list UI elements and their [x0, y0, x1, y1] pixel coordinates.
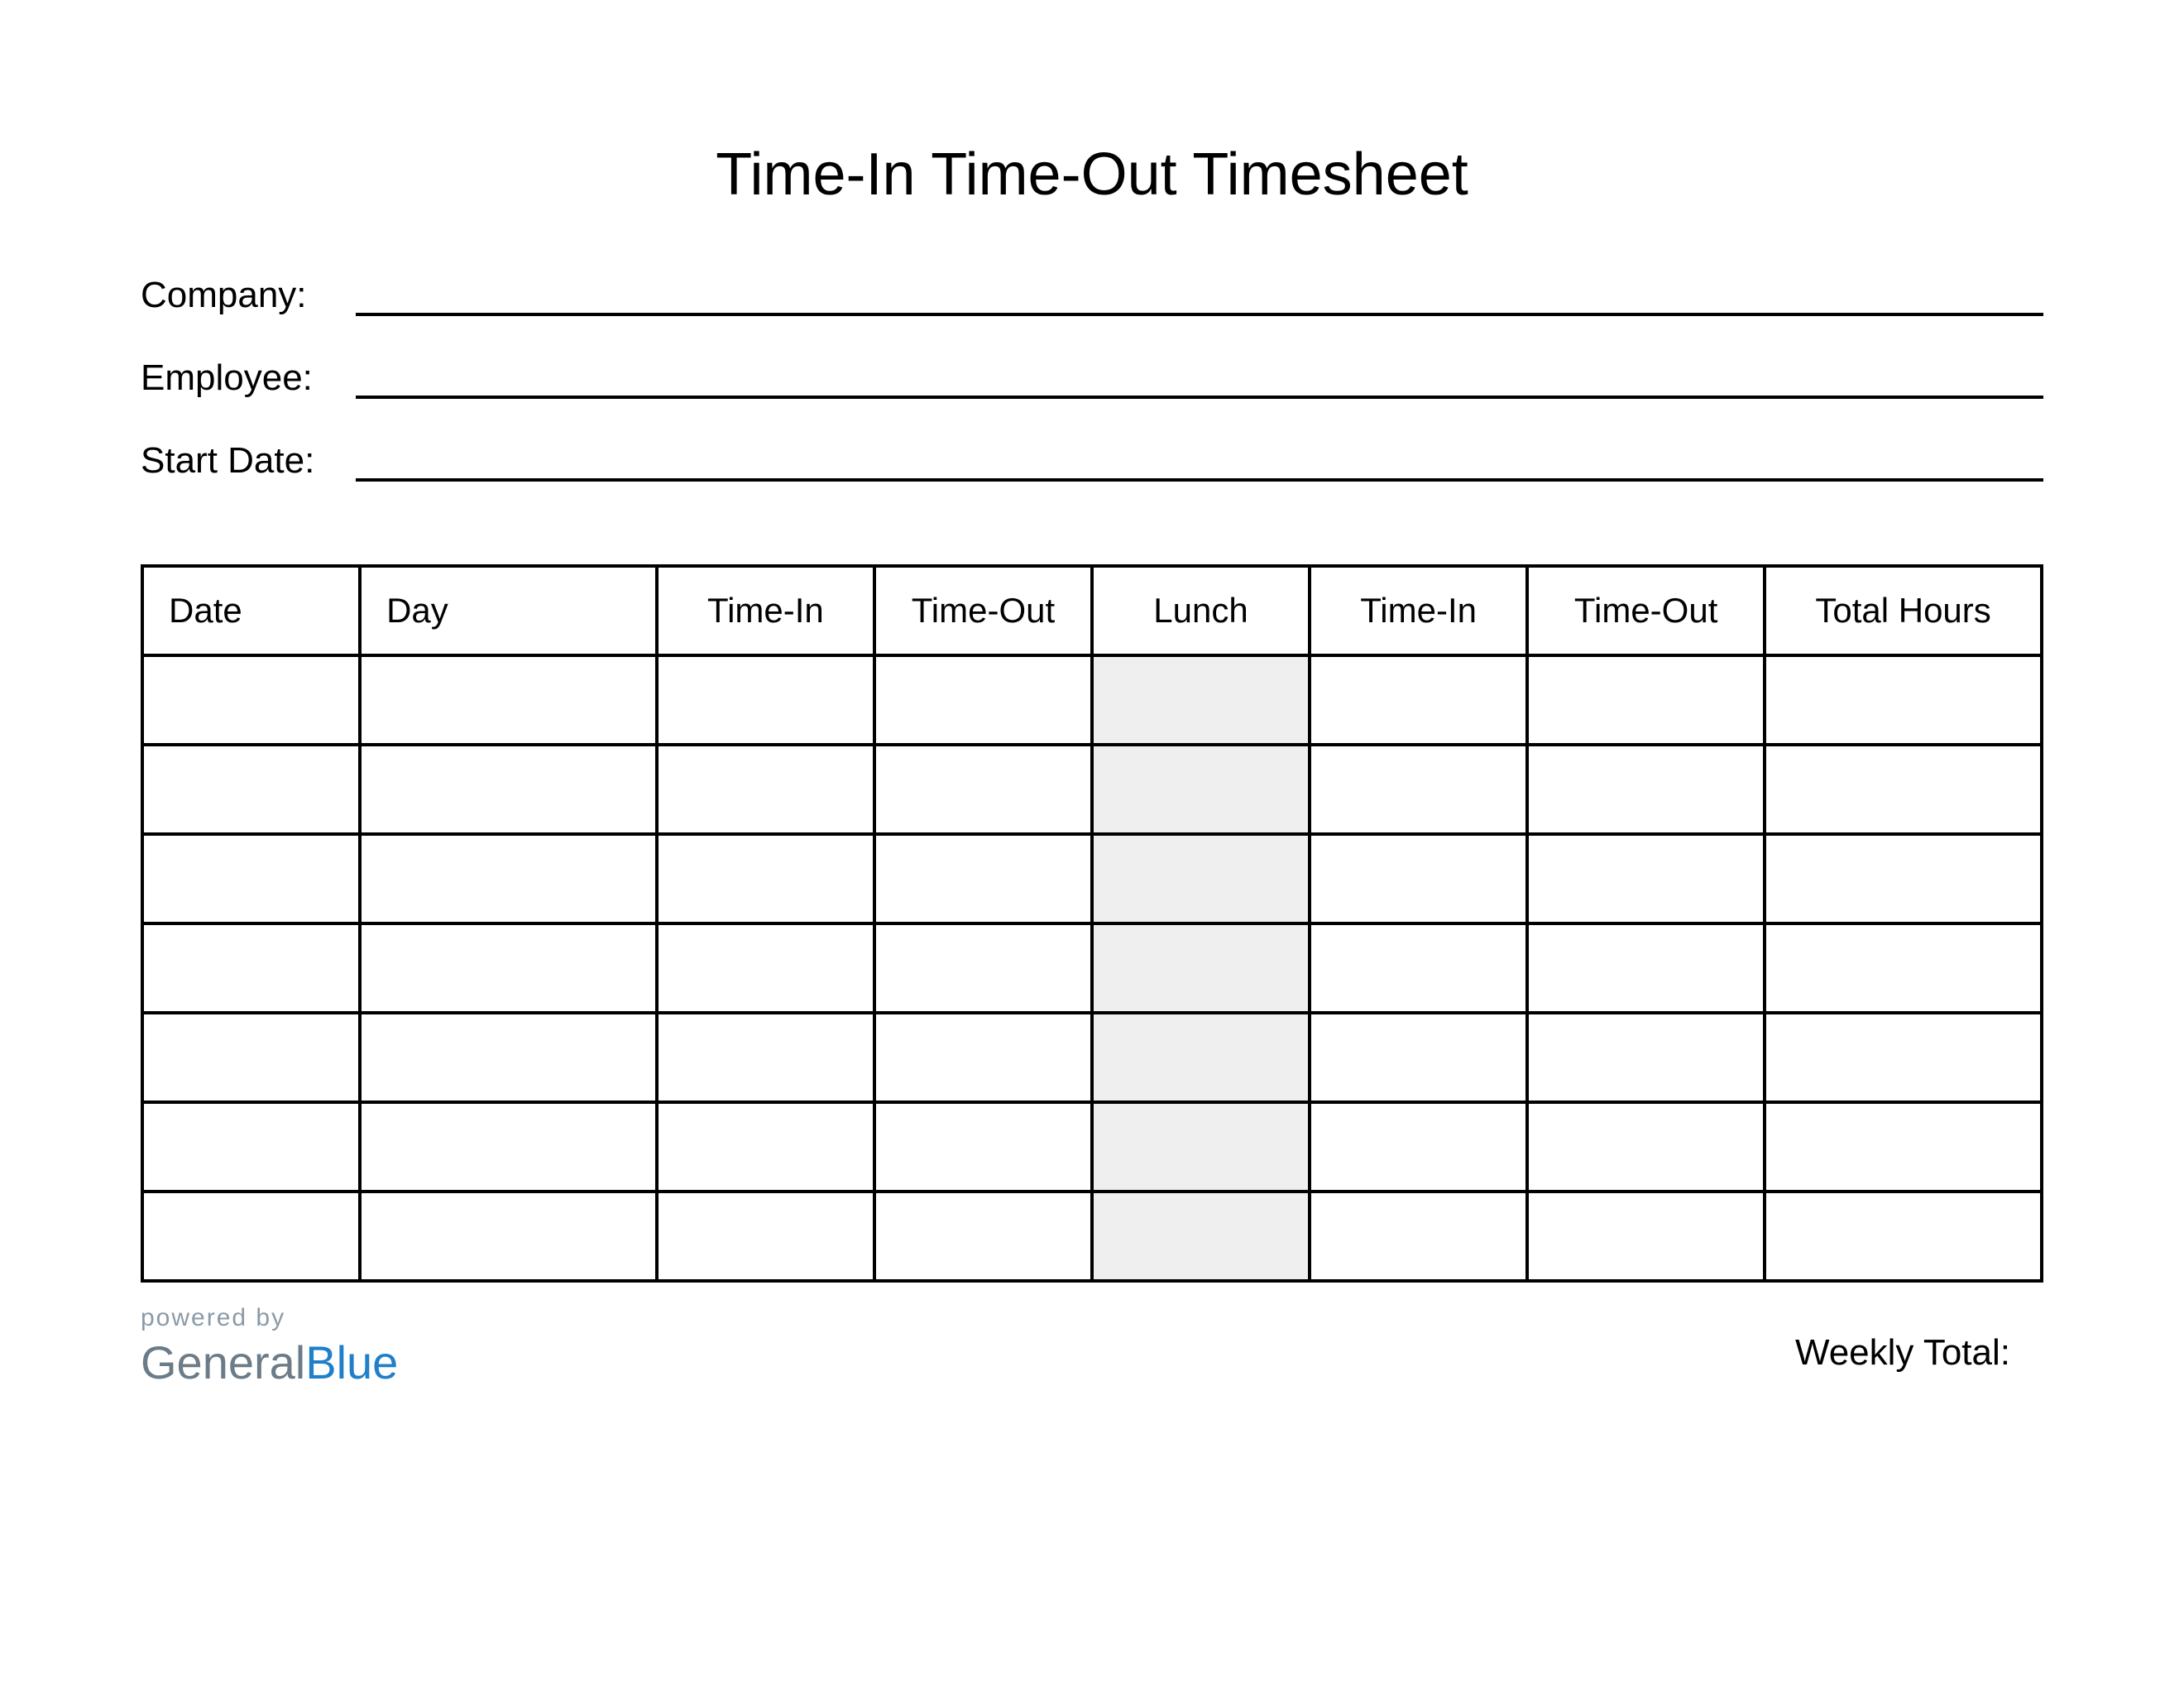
cell-total-hours[interactable]	[1765, 1102, 2042, 1192]
cell-lunch[interactable]	[1092, 1192, 1310, 1281]
start-date-label: Start Date:	[141, 440, 331, 482]
employee-label: Employee:	[141, 357, 331, 399]
cell-time-in-2[interactable]	[1310, 655, 1527, 745]
cell-time-out-2[interactable]	[1527, 834, 1765, 923]
cell-lunch[interactable]	[1092, 745, 1310, 834]
timesheet-page: Time-In Time-Out Timesheet Company: Empl…	[0, 0, 2184, 1688]
cell-lunch[interactable]	[1092, 834, 1310, 923]
cell-total-hours[interactable]	[1765, 655, 2042, 745]
cell-time-in-2[interactable]	[1310, 1013, 1527, 1102]
cell-time-out-2[interactable]	[1527, 1013, 1765, 1102]
header-time-in-1: Time-In	[657, 566, 874, 655]
table-row	[142, 1102, 2042, 1192]
cell-day[interactable]	[360, 655, 657, 745]
table-body	[142, 655, 2042, 1281]
company-label: Company:	[141, 275, 331, 316]
branding: powered by GeneralBlue	[141, 1304, 398, 1389]
table-row	[142, 745, 2042, 834]
cell-time-in-1[interactable]	[657, 745, 874, 834]
weekly-total: Weekly Total:	[1795, 1332, 2043, 1374]
cell-time-out-1[interactable]	[874, 923, 1092, 1013]
cell-time-out-2[interactable]	[1527, 655, 1765, 745]
start-date-row: Start Date:	[141, 440, 2043, 482]
cell-date[interactable]	[142, 923, 360, 1013]
cell-time-out-1[interactable]	[874, 1192, 1092, 1281]
page-title: Time-In Time-Out Timesheet	[141, 141, 2043, 209]
cell-lunch[interactable]	[1092, 655, 1310, 745]
footer-row: powered by GeneralBlue Weekly Total:	[141, 1304, 2043, 1389]
cell-date[interactable]	[142, 1192, 360, 1281]
table-row	[142, 834, 2042, 923]
cell-time-out-2[interactable]	[1527, 1102, 1765, 1192]
cell-time-in-2[interactable]	[1310, 923, 1527, 1013]
start-date-input-line[interactable]	[356, 445, 2043, 482]
cell-time-out-2[interactable]	[1527, 923, 1765, 1013]
cell-lunch[interactable]	[1092, 1102, 1310, 1192]
info-section: Company: Employee: Start Date:	[141, 275, 2043, 482]
cell-time-in-1[interactable]	[657, 923, 874, 1013]
table-row	[142, 923, 2042, 1013]
employee-row: Employee:	[141, 357, 2043, 399]
cell-time-out-1[interactable]	[874, 834, 1092, 923]
cell-time-in-1[interactable]	[657, 655, 874, 745]
cell-time-in-1[interactable]	[657, 834, 874, 923]
cell-time-out-2[interactable]	[1527, 1192, 1765, 1281]
header-date: Date	[142, 566, 360, 655]
cell-total-hours[interactable]	[1765, 745, 2042, 834]
cell-total-hours[interactable]	[1765, 923, 2042, 1013]
header-time-out-1: Time-Out	[874, 566, 1092, 655]
cell-time-in-1[interactable]	[657, 1192, 874, 1281]
cell-lunch[interactable]	[1092, 1013, 1310, 1102]
header-lunch: Lunch	[1092, 566, 1310, 655]
cell-date[interactable]	[142, 834, 360, 923]
cell-day[interactable]	[360, 923, 657, 1013]
company-row: Company:	[141, 275, 2043, 316]
cell-time-out-1[interactable]	[874, 1102, 1092, 1192]
cell-time-in-1[interactable]	[657, 1102, 874, 1192]
header-time-out-2: Time-Out	[1527, 566, 1765, 655]
cell-date[interactable]	[142, 1013, 360, 1102]
cell-day[interactable]	[360, 1102, 657, 1192]
cell-total-hours[interactable]	[1765, 834, 2042, 923]
brand-blue: Blue	[305, 1336, 398, 1388]
timesheet-table: Date Day Time-In Time-Out Lunch Time-In …	[141, 564, 2043, 1283]
cell-time-in-1[interactable]	[657, 1013, 874, 1102]
header-total-hours: Total Hours	[1765, 566, 2042, 655]
table-header-row: Date Day Time-In Time-Out Lunch Time-In …	[142, 566, 2042, 655]
cell-time-in-2[interactable]	[1310, 1102, 1527, 1192]
cell-lunch[interactable]	[1092, 923, 1310, 1013]
cell-date[interactable]	[142, 655, 360, 745]
cell-time-in-2[interactable]	[1310, 1192, 1527, 1281]
cell-day[interactable]	[360, 834, 657, 923]
table-row	[142, 655, 2042, 745]
cell-day[interactable]	[360, 1192, 657, 1281]
header-time-in-2: Time-In	[1310, 566, 1527, 655]
company-input-line[interactable]	[356, 280, 2043, 316]
brand-name: GeneralBlue	[141, 1336, 398, 1389]
employee-input-line[interactable]	[356, 362, 2043, 399]
cell-date[interactable]	[142, 1102, 360, 1192]
cell-time-out-2[interactable]	[1527, 745, 1765, 834]
table-row	[142, 1192, 2042, 1281]
cell-time-in-2[interactable]	[1310, 834, 1527, 923]
table-row	[142, 1013, 2042, 1102]
cell-time-out-1[interactable]	[874, 1013, 1092, 1102]
powered-by-label: powered by	[141, 1304, 398, 1332]
weekly-total-label: Weekly Total:	[1795, 1332, 2010, 1373]
cell-total-hours[interactable]	[1765, 1013, 2042, 1102]
cell-day[interactable]	[360, 1013, 657, 1102]
cell-time-out-1[interactable]	[874, 745, 1092, 834]
cell-time-in-2[interactable]	[1310, 745, 1527, 834]
cell-total-hours[interactable]	[1765, 1192, 2042, 1281]
header-day: Day	[360, 566, 657, 655]
brand-general: General	[141, 1336, 305, 1388]
cell-day[interactable]	[360, 745, 657, 834]
cell-date[interactable]	[142, 745, 360, 834]
cell-time-out-1[interactable]	[874, 655, 1092, 745]
